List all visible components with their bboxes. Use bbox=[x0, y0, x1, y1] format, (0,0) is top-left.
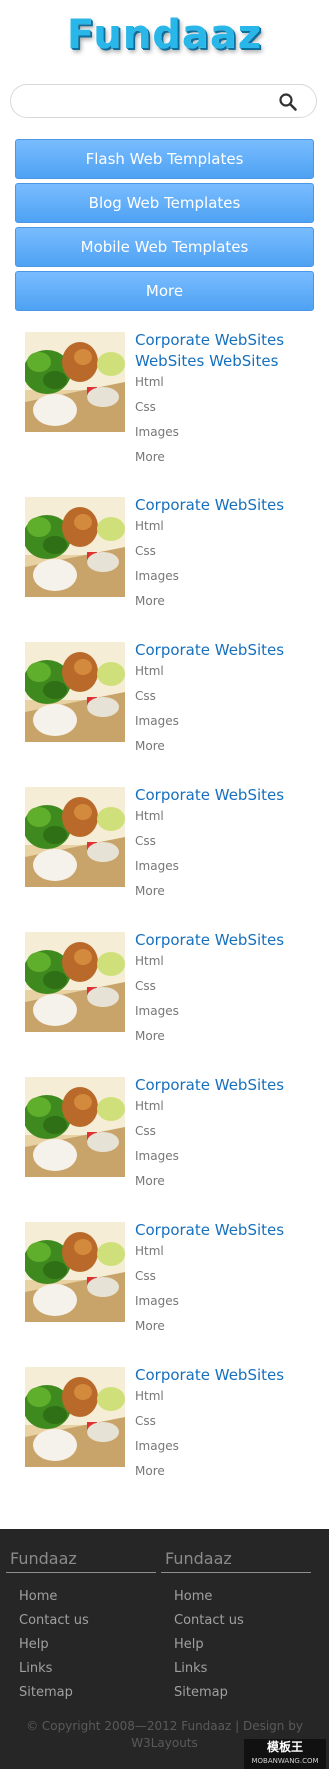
list-item: Corporate WebSites Html Css Images More bbox=[25, 1220, 315, 1350]
html-link[interactable]: Html bbox=[135, 804, 255, 829]
list-item: Corporate WebSites WebSites WebSites Html… bbox=[25, 330, 315, 464]
css-link[interactable]: Css bbox=[135, 684, 255, 709]
images-link[interactable]: Images bbox=[135, 1434, 255, 1459]
html-link[interactable]: Html bbox=[135, 514, 255, 539]
footer-link-sitemap[interactable]: Sitemap bbox=[161, 1681, 311, 1705]
nav-blog-templates[interactable]: Blog Web Templates bbox=[15, 183, 314, 223]
search-bar bbox=[10, 84, 317, 118]
item-title-link[interactable]: Corporate WebSites WebSites WebSites bbox=[135, 330, 315, 372]
images-link[interactable]: Images bbox=[135, 564, 255, 589]
food-thumbnail-image[interactable] bbox=[25, 1077, 125, 1177]
item-links: Html Css Images More bbox=[135, 1239, 255, 1339]
food-thumbnail-image[interactable] bbox=[25, 1222, 125, 1322]
footer-column: Fundaaz Home Contact us Help Links Sitem… bbox=[161, 1549, 311, 1705]
item-title-link[interactable]: Corporate WebSites bbox=[135, 1075, 315, 1096]
html-link[interactable]: Html bbox=[135, 659, 255, 684]
footer-link-help[interactable]: Help bbox=[161, 1633, 311, 1657]
site-logo[interactable]: Fundaaz bbox=[67, 12, 262, 58]
html-link[interactable]: Html bbox=[135, 949, 255, 974]
images-link[interactable]: Images bbox=[135, 1289, 255, 1314]
food-thumbnail-image[interactable] bbox=[25, 932, 125, 1032]
item-links: Html Css Images More bbox=[135, 949, 255, 1049]
item-title-link[interactable]: Corporate WebSites bbox=[135, 640, 315, 661]
item-links: Html Css Images More bbox=[135, 514, 255, 614]
images-link[interactable]: Images bbox=[135, 999, 255, 1024]
item-title-link[interactable]: Corporate WebSites bbox=[135, 785, 315, 806]
search-icon[interactable] bbox=[278, 92, 298, 112]
list-item: Corporate WebSites Html Css Images More bbox=[25, 930, 315, 1060]
food-thumbnail-image[interactable] bbox=[25, 332, 125, 432]
list-item: Corporate WebSites Html Css Images More bbox=[25, 785, 315, 915]
footer-column: Fundaaz Home Contact us Help Links Sitem… bbox=[6, 1549, 156, 1705]
images-link[interactable]: Images bbox=[135, 709, 255, 734]
item-title-link[interactable]: Corporate WebSites bbox=[135, 930, 315, 951]
images-link[interactable]: Images bbox=[135, 854, 255, 879]
css-link[interactable]: Css bbox=[135, 974, 255, 999]
food-thumbnail-image[interactable] bbox=[25, 1367, 125, 1467]
css-link[interactable]: Css bbox=[135, 1409, 255, 1434]
item-title-link[interactable]: Corporate WebSites bbox=[135, 1220, 315, 1241]
css-link[interactable]: Css bbox=[135, 1264, 255, 1289]
html-link[interactable]: Html bbox=[135, 1094, 255, 1119]
list-item: Corporate WebSites Html Css Images More bbox=[25, 1075, 315, 1205]
more-link[interactable]: More bbox=[135, 1024, 255, 1049]
item-links: Html Css Images More bbox=[135, 804, 255, 904]
item-title-link[interactable]: Corporate WebSites bbox=[135, 1365, 315, 1386]
nav-flash-templates[interactable]: Flash Web Templates bbox=[15, 139, 314, 179]
footer-link-home[interactable]: Home bbox=[161, 1585, 311, 1609]
food-thumbnail-image[interactable] bbox=[25, 497, 125, 597]
more-link[interactable]: More bbox=[135, 1459, 255, 1484]
list-item: Corporate WebSites Html Css Images More bbox=[25, 1365, 315, 1495]
watermark-title: 模板王 bbox=[266, 1740, 303, 1754]
main-nav: Flash Web Templates Blog Web Templates M… bbox=[15, 139, 314, 315]
css-link[interactable]: Css bbox=[135, 829, 255, 854]
footer-link-help[interactable]: Help bbox=[6, 1633, 156, 1657]
food-thumbnail-image[interactable] bbox=[25, 642, 125, 742]
watermark-url: MOBANWANG.COM bbox=[251, 1757, 319, 1765]
html-link[interactable]: Html bbox=[135, 370, 255, 395]
css-link[interactable]: Css bbox=[135, 395, 255, 420]
images-link[interactable]: Images bbox=[135, 420, 255, 445]
item-links: Html Css Images More bbox=[135, 659, 255, 759]
header: Fundaaz bbox=[0, 0, 329, 70]
item-title-link[interactable]: Corporate WebSites bbox=[135, 495, 315, 516]
more-link[interactable]: More bbox=[135, 734, 255, 759]
nav-mobile-templates[interactable]: Mobile Web Templates bbox=[15, 227, 314, 267]
css-link[interactable]: Css bbox=[135, 1119, 255, 1144]
list-item: Corporate WebSites Html Css Images More bbox=[25, 495, 315, 625]
footer-link-sitemap[interactable]: Sitemap bbox=[6, 1681, 156, 1705]
item-links: Html Css Images More bbox=[135, 370, 255, 470]
footer-heading: Fundaaz bbox=[6, 1549, 156, 1573]
watermark-badge: 模板王 MOBANWANG.COM bbox=[244, 1739, 326, 1769]
list-item: Corporate WebSites Html Css Images More bbox=[25, 640, 315, 770]
html-link[interactable]: Html bbox=[135, 1384, 255, 1409]
footer-link-links[interactable]: Links bbox=[6, 1657, 156, 1681]
item-links: Html Css Images More bbox=[135, 1094, 255, 1194]
more-link[interactable]: More bbox=[135, 1169, 255, 1194]
footer-link-home[interactable]: Home bbox=[6, 1585, 156, 1609]
footer-link-links[interactable]: Links bbox=[161, 1657, 311, 1681]
more-link[interactable]: More bbox=[135, 1314, 255, 1339]
food-thumbnail-image[interactable] bbox=[25, 787, 125, 887]
html-link[interactable]: Html bbox=[135, 1239, 255, 1264]
css-link[interactable]: Css bbox=[135, 539, 255, 564]
footer-heading: Fundaaz bbox=[161, 1549, 311, 1573]
nav-more[interactable]: More bbox=[15, 271, 314, 311]
more-link[interactable]: More bbox=[135, 445, 255, 470]
footer-link-contact[interactable]: Contact us bbox=[161, 1609, 311, 1633]
search-input[interactable] bbox=[25, 91, 269, 113]
footer-link-contact[interactable]: Contact us bbox=[6, 1609, 156, 1633]
copyright-line: © Copyright 2008—2012 Fundaaz | Design b… bbox=[26, 1719, 303, 1733]
more-link[interactable]: More bbox=[135, 879, 255, 904]
more-link[interactable]: More bbox=[135, 589, 255, 614]
footer: Fundaaz Home Contact us Help Links Sitem… bbox=[0, 1529, 329, 1769]
images-link[interactable]: Images bbox=[135, 1144, 255, 1169]
item-links: Html Css Images More bbox=[135, 1384, 255, 1484]
